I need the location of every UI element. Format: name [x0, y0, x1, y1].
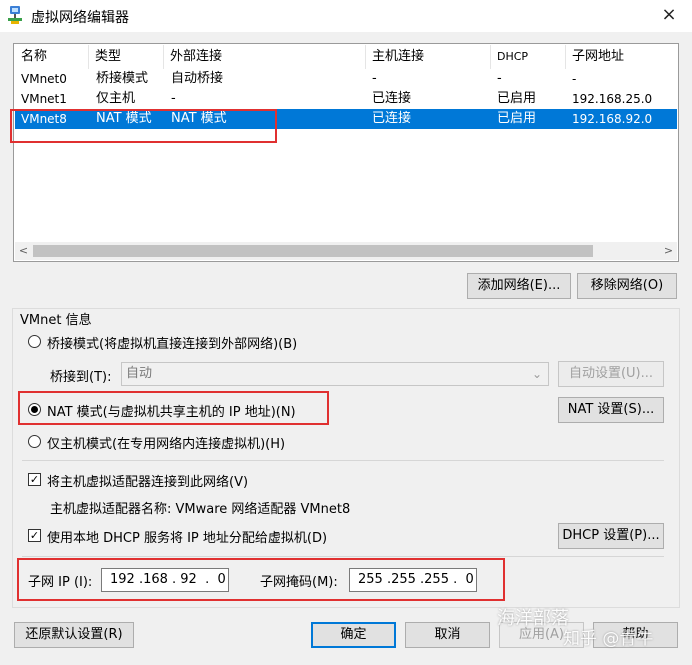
add-network-button[interactable]: 添加网络(E)... [467, 273, 571, 299]
vmnet-info-title: VMnet 信息 [20, 309, 96, 328]
column-header-dhcp[interactable]: DHCP [491, 45, 566, 69]
close-icon[interactable]: × [654, 0, 684, 30]
connect-adapter-checkbox[interactable]: ✓ [28, 473, 41, 486]
cell-host: 已连接 [372, 91, 412, 106]
scroll-right-icon[interactable]: > [660, 242, 677, 260]
cell-type: 仅主机 [96, 91, 136, 106]
cell-dhcp: 已启用 [497, 91, 537, 106]
cell-subnet: 192.168.92.0 [572, 112, 653, 126]
bridged-mode-radio[interactable] [28, 335, 41, 348]
ok-button[interactable]: 确定 [311, 622, 396, 648]
column-header-name[interactable]: 名称 [15, 45, 89, 69]
vmnet-info-group [12, 308, 680, 608]
cell-name: VMnet1 [21, 92, 67, 106]
cell-name: VMnet8 [21, 112, 67, 126]
table-row-vmnet0[interactable]: VMnet0 桥接模式 自动桥接 - - - [15, 69, 677, 89]
cell-host: - [372, 71, 377, 86]
watermark-text: 知乎 @青牛 [563, 629, 654, 649]
watermark-text: 海洋部落 [497, 608, 569, 629]
bridged-to-value: 自动 [126, 366, 153, 381]
bridged-mode-label[interactable]: 桥接模式(将虚拟机直接连接到外部网络)(B) [47, 333, 297, 352]
bridged-to-select[interactable]: 自动 ⌄ [121, 362, 549, 386]
dhcp-settings-button[interactable]: DHCP 设置(P)... [558, 523, 664, 549]
scroll-left-icon[interactable]: < [15, 242, 32, 260]
window-title: 虚拟网络编辑器 [31, 10, 129, 26]
cell-type: 桥接模式 [96, 71, 149, 86]
nat-mode-radio[interactable] [28, 403, 41, 416]
cell-dhcp: - [497, 71, 502, 86]
network-list[interactable]: 名称 类型 外部连接 主机连接 DHCP 子网地址 VMnet0 桥接模式 自动… [13, 43, 679, 262]
table-row-vmnet1[interactable]: VMnet1 仅主机 - 已连接 已启用 192.168.25.0 [15, 89, 677, 109]
separator [22, 460, 664, 461]
subnet-ip-field[interactable]: 192 .168 . 92 . 0 [101, 568, 229, 592]
column-header-external[interactable]: 外部连接 [164, 45, 366, 69]
nat-settings-button[interactable]: NAT 设置(S)... [558, 397, 664, 423]
column-header-subnet[interactable]: 子网地址 [566, 45, 676, 69]
nat-mode-label[interactable]: NAT 模式(与虚拟机共享主机的 IP 地址)(N) [47, 401, 296, 420]
subnet-mask-field[interactable]: 255 .255 .255 . 0 [349, 568, 477, 592]
column-header-host[interactable]: 主机连接 [366, 45, 491, 69]
cell-subnet: - [572, 72, 577, 86]
subnet-ip-label: 子网 IP (I): [28, 575, 93, 590]
hostonly-mode-label[interactable]: 仅主机模式(在专用网络内连接虚拟机)(H) [47, 433, 285, 452]
cell-subnet: 192.168.25.0 [572, 92, 653, 106]
use-dhcp-label[interactable]: 使用本地 DHCP 服务将 IP 地址分配给虚拟机(D) [47, 527, 327, 546]
cell-external: - [171, 91, 176, 106]
table-row-vmnet8[interactable]: VMnet8 NAT 模式 NAT 模式 已连接 已启用 192.168.92.… [15, 109, 677, 129]
cell-dhcp: 已启用 [497, 111, 537, 126]
title-bar: 虚拟网络编辑器 × [0, 0, 692, 32]
network-editor-icon [8, 6, 22, 24]
adapter-name-text: 主机虚拟适配器名称: VMware 网络适配器 VMnet8 [50, 502, 351, 517]
subnet-mask-label: 子网掩码(M): [260, 575, 338, 590]
connect-adapter-label[interactable]: 将主机虚拟适配器连接到此网络(V) [47, 471, 248, 490]
bridged-to-label: 桥接到(T): [50, 370, 112, 385]
cell-external: NAT 模式 [171, 111, 227, 126]
remove-network-button[interactable]: 移除网络(O) [577, 273, 677, 299]
scroll-thumb[interactable] [33, 245, 593, 257]
use-dhcp-checkbox[interactable]: ✓ [28, 529, 41, 542]
hostonly-mode-radio[interactable] [28, 435, 41, 448]
chevron-down-icon: ⌄ [531, 367, 542, 381]
cell-host: 已连接 [372, 111, 412, 126]
cancel-button[interactable]: 取消 [405, 622, 490, 648]
restore-defaults-button[interactable]: 还原默认设置(R) [14, 622, 134, 648]
auto-settings-button[interactable]: 自动设置(U)... [558, 361, 664, 387]
cell-name: VMnet0 [21, 72, 67, 86]
column-header-type[interactable]: 类型 [89, 45, 164, 69]
cell-external: 自动桥接 [171, 71, 224, 86]
cell-type: NAT 模式 [96, 111, 152, 126]
separator [22, 556, 664, 557]
horizontal-scrollbar[interactable]: < > [15, 242, 677, 260]
